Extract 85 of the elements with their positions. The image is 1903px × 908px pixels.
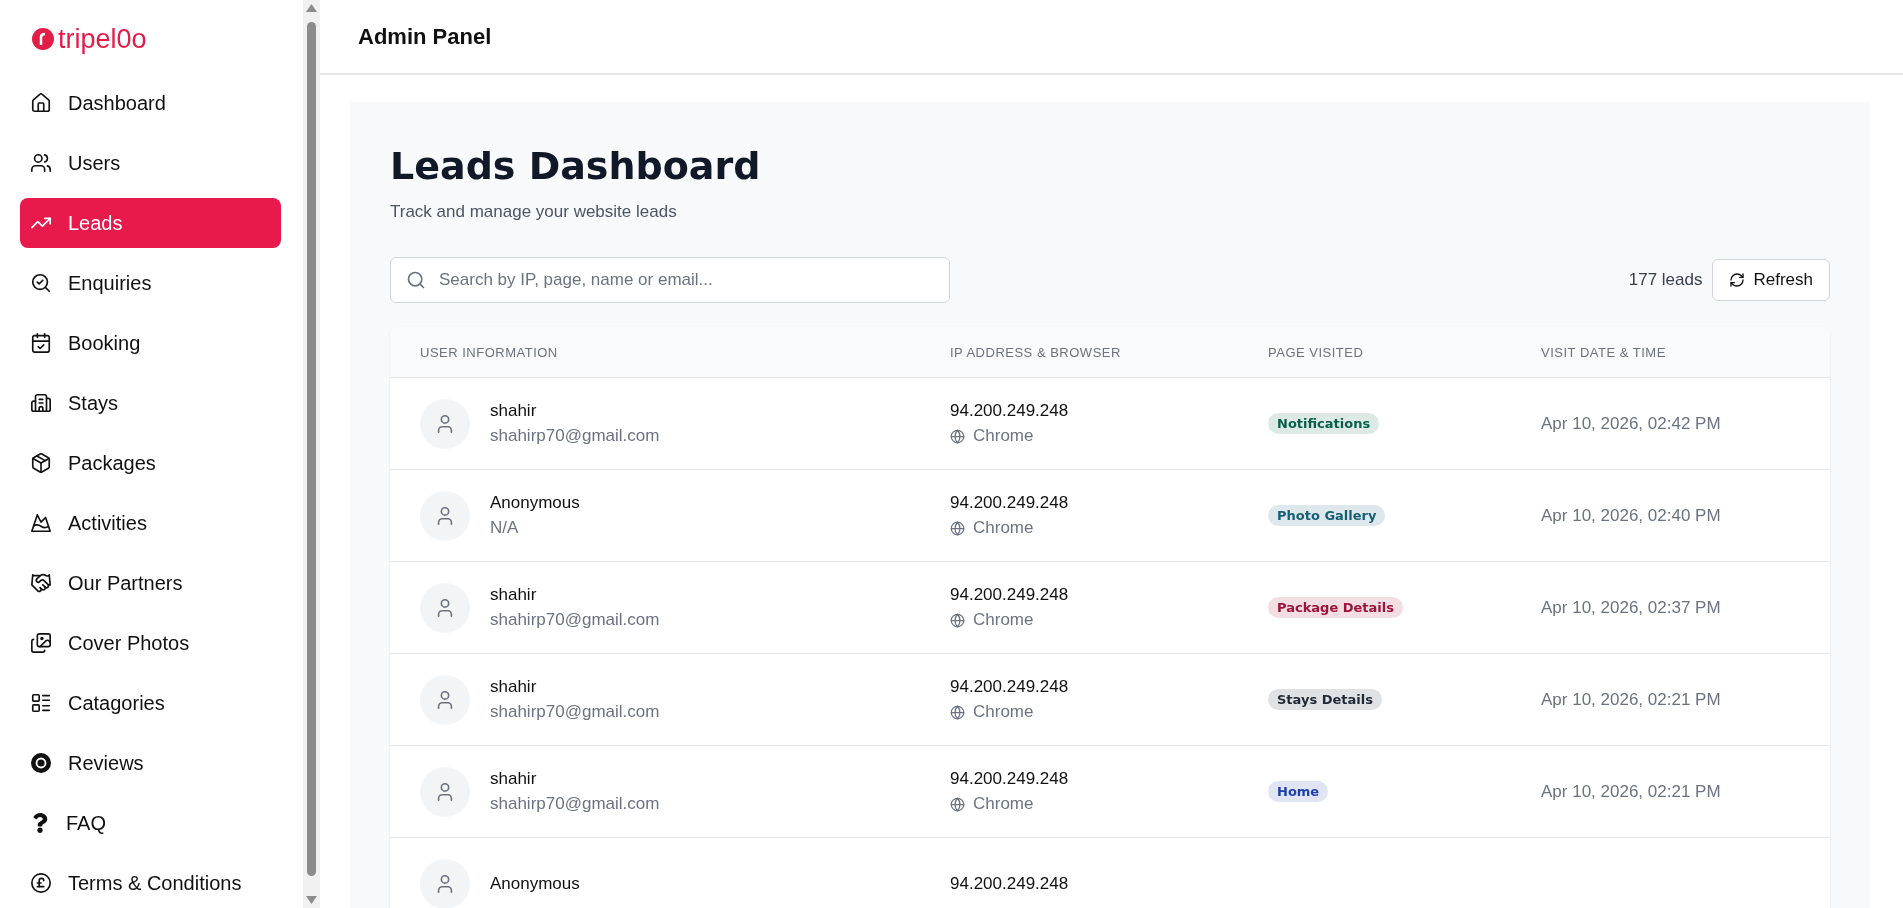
user-email: N/A (490, 518, 520, 538)
user-name: shahir (490, 769, 538, 789)
browser-name: Chrome (973, 426, 1034, 446)
visit-time: Apr 10, 2026, 02:21 PM (1541, 781, 1722, 802)
sidebar-item[interactable]: Dashboard (20, 78, 281, 128)
browser-name: Chrome (973, 794, 1034, 814)
refresh-icon (1729, 272, 1746, 288)
sidebar-item[interactable]: Leads (20, 198, 281, 248)
page-tag: Photo Gallery (1268, 505, 1386, 526)
sidebar-item[interactable]: Enquiries (20, 258, 281, 308)
avatar-icon (420, 766, 470, 817)
lead-count: 177 leads (1628, 270, 1703, 290)
ip-address: 94.200.249.248 (950, 769, 1070, 789)
search-field[interactable]: Search by IP, page, name or email... (390, 257, 950, 303)
page-subtitle: Track and manage your website leads (390, 202, 678, 222)
logo-text: tripel0o (58, 23, 147, 55)
avatar-icon (420, 674, 470, 725)
visit-time: Apr 10, 2026, 02:37 PM (1541, 597, 1722, 618)
column-header: IP ADDRESS & BROWSER (950, 344, 1122, 360)
scroll-down-icon[interactable] (306, 896, 317, 904)
user-name: Anonymous (490, 493, 580, 513)
nav-icon (30, 272, 52, 294)
user-name: Anonymous (490, 873, 580, 894)
sidebar-item[interactable]: Our Partners (20, 558, 281, 608)
avatar-icon (420, 582, 470, 633)
sidebar-item[interactable]: Users (20, 138, 281, 188)
refresh-button[interactable]: Refresh (1712, 259, 1830, 301)
nav-icon (30, 332, 52, 354)
sidebar-item[interactable]: Catagories (20, 678, 281, 728)
sidebar-item[interactable]: Terms & Conditions (20, 858, 281, 908)
nav-icon (30, 692, 52, 714)
user-name: shahir (490, 585, 538, 605)
column-header: USER INFORMATION (420, 344, 559, 360)
globe-icon (950, 612, 965, 628)
column-header: PAGE VISITED (1268, 344, 1365, 360)
sidebar-item[interactable]: Packages (20, 438, 281, 488)
nav-icon (30, 92, 52, 114)
avatar-icon (420, 490, 470, 541)
user-name: shahir (490, 401, 538, 421)
scrollbar-thumb[interactable] (307, 22, 316, 876)
ip-address: 94.200.249.248 (950, 493, 1070, 513)
nav-icon (30, 632, 52, 654)
user-email: shahirp70@gmail.com (490, 702, 660, 722)
header-title: Admin Panel (358, 23, 492, 50)
browser-name: Chrome (973, 610, 1034, 630)
ip-address: 94.200.249.248 (950, 585, 1070, 605)
globe-icon (950, 428, 965, 444)
user-email: shahirp70@gmail.com (490, 794, 660, 814)
user-email: shahirp70@gmail.com (490, 610, 660, 630)
page-tag: Home (1268, 781, 1329, 802)
sidebar-item[interactable]: Reviews (20, 738, 281, 788)
scrollbar[interactable] (303, 0, 320, 908)
sidebar-item[interactable]: Cover Photos (20, 618, 281, 668)
nav-icon (30, 872, 52, 894)
visit-time: Apr 10, 2026, 02:42 PM (1541, 413, 1722, 434)
nav-icon (30, 392, 52, 414)
nav-icon (30, 512, 52, 534)
globe-icon (950, 520, 965, 536)
browser-name: Chrome (973, 702, 1034, 722)
sidebar-item[interactable]: FAQ (20, 798, 281, 848)
disc-icon (30, 752, 52, 774)
ip-address: 94.200.249.248 (950, 677, 1070, 697)
nav-icon (30, 572, 52, 594)
sidebar-item[interactable]: Stays (20, 378, 281, 428)
nav-icon (30, 452, 52, 474)
user-name: shahir (490, 677, 538, 697)
globe-icon (950, 796, 965, 812)
page-tag: Stays Details (1268, 689, 1382, 710)
user-email: shahirp70@gmail.com (490, 426, 660, 446)
sidebar-item[interactable]: Booking (20, 318, 281, 368)
ip-address: 94.200.249.248 (950, 873, 1070, 894)
logo-mark-icon (32, 28, 54, 50)
visit-time: Apr 10, 2026, 02:40 PM (1541, 505, 1722, 526)
column-header: VISIT DATE & TIME (1541, 344, 1667, 360)
page-title: Leads Dashboard (390, 144, 762, 188)
page-tag: Package Details (1268, 597, 1403, 618)
browser-name: Chrome (973, 518, 1034, 538)
globe-icon (950, 704, 965, 720)
sidebar-item[interactable]: Activities (20, 498, 281, 548)
ip-address: 94.200.249.248 (950, 401, 1070, 421)
visit-time: Apr 10, 2026, 02:21 PM (1541, 689, 1722, 710)
page-tag: Notifications (1268, 413, 1380, 434)
scroll-up-icon[interactable] (306, 4, 317, 12)
nav-icon (30, 152, 52, 174)
avatar-icon (420, 398, 470, 449)
